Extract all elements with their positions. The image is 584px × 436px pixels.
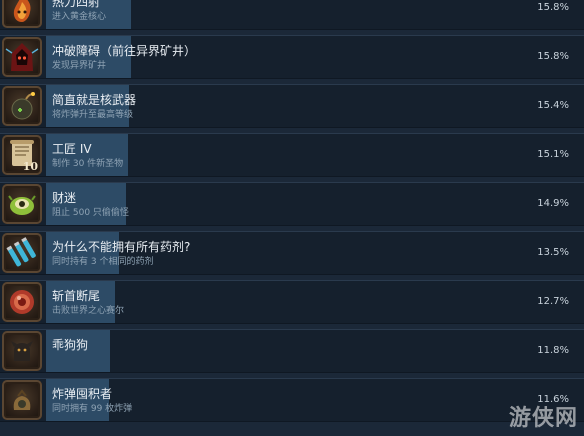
bomb-sack-icon bbox=[2, 380, 42, 420]
achievement-row[interactable]: 财迷 阻止 500 只偷偷怪 14.9% bbox=[0, 182, 584, 226]
unlock-percentage: 15.8% bbox=[537, 2, 569, 13]
bomb-icon bbox=[2, 86, 42, 126]
scroll-icon: 10 bbox=[2, 135, 42, 175]
achievement-description: 发现异界矿井 bbox=[52, 61, 107, 71]
achievement-title: 工匠 IV bbox=[52, 142, 92, 156]
achievement-title: 冲破障碍（前往异界矿井） bbox=[52, 44, 197, 58]
site-watermark: 游侠网 bbox=[508, 405, 578, 431]
scroll-badge: 10 bbox=[22, 160, 38, 173]
unlock-percentage: 14.9% bbox=[537, 198, 569, 209]
achievement-row[interactable]: 斩首断尾 击败世界之心赛尔 12.7% bbox=[0, 280, 584, 324]
achievement-title: 为什么不能拥有所有药剂? bbox=[52, 240, 191, 254]
achievement-list: 热力四射 进入黄金核心 15.8% 冲破障碍（前往异界矿井） 发现异界矿井 15… bbox=[0, 0, 584, 427]
unlock-percentage: 15.8% bbox=[537, 51, 569, 62]
achievement-row[interactable]: 简直就是核武器 将炸弹升至最高等级 15.4% bbox=[0, 84, 584, 128]
unlock-percentage: 15.4% bbox=[537, 100, 569, 111]
achievement-row[interactable]: 为什么不能拥有所有药剂? 同时持有 3 个相同的药剂 13.5% bbox=[0, 231, 584, 275]
achievement-description: 制作 30 件新圣物 bbox=[52, 159, 124, 169]
achievement-title: 热力四射 bbox=[52, 0, 101, 9]
achievement-description: 将炸弹升至最高等级 bbox=[52, 110, 134, 120]
fire-creature-icon bbox=[2, 0, 42, 28]
hooded-figure-icon bbox=[2, 37, 42, 77]
achievement-title: 乖狗狗 bbox=[52, 338, 89, 352]
unlock-percentage: 13.5% bbox=[537, 247, 569, 258]
achievement-title: 财迷 bbox=[52, 191, 77, 205]
achievement-row[interactable]: 炸弹囤积者 同时拥有 99 枚炸弹 11.6% bbox=[0, 378, 584, 422]
achievement-row[interactable]: 热力四射 进入黄金核心 15.8% bbox=[0, 0, 584, 30]
achievement-description: 阻止 500 只偷偷怪 bbox=[52, 208, 129, 218]
unlock-percentage: 12.7% bbox=[537, 296, 569, 307]
dog-icon bbox=[2, 331, 42, 371]
unlock-percentage: 15.1% bbox=[537, 149, 569, 160]
red-orb-icon bbox=[2, 282, 42, 322]
potion-vials-icon bbox=[2, 233, 42, 273]
achievement-title: 斩首断尾 bbox=[52, 289, 101, 303]
achievement-title: 简直就是核武器 bbox=[52, 93, 137, 107]
unlock-percentage: 11.8% bbox=[537, 345, 569, 356]
achievement-row[interactable]: 10 工匠 IV 制作 30 件新圣物 15.1% bbox=[0, 133, 584, 177]
achievement-title: 炸弹囤积者 bbox=[52, 387, 113, 401]
achievement-row[interactable]: 冲破障碍（前往异界矿井） 发现异界矿井 15.8% bbox=[0, 35, 584, 79]
achievement-description: 进入黄金核心 bbox=[52, 12, 107, 22]
achievement-row[interactable]: 乖狗狗 11.8% bbox=[0, 329, 584, 373]
achievement-description: 同时拥有 99 枚炸弹 bbox=[52, 404, 133, 414]
green-pilfer-icon bbox=[2, 184, 42, 224]
achievement-description: 同时持有 3 个相同的药剂 bbox=[52, 257, 154, 267]
achievement-description: 击败世界之心赛尔 bbox=[52, 306, 125, 316]
